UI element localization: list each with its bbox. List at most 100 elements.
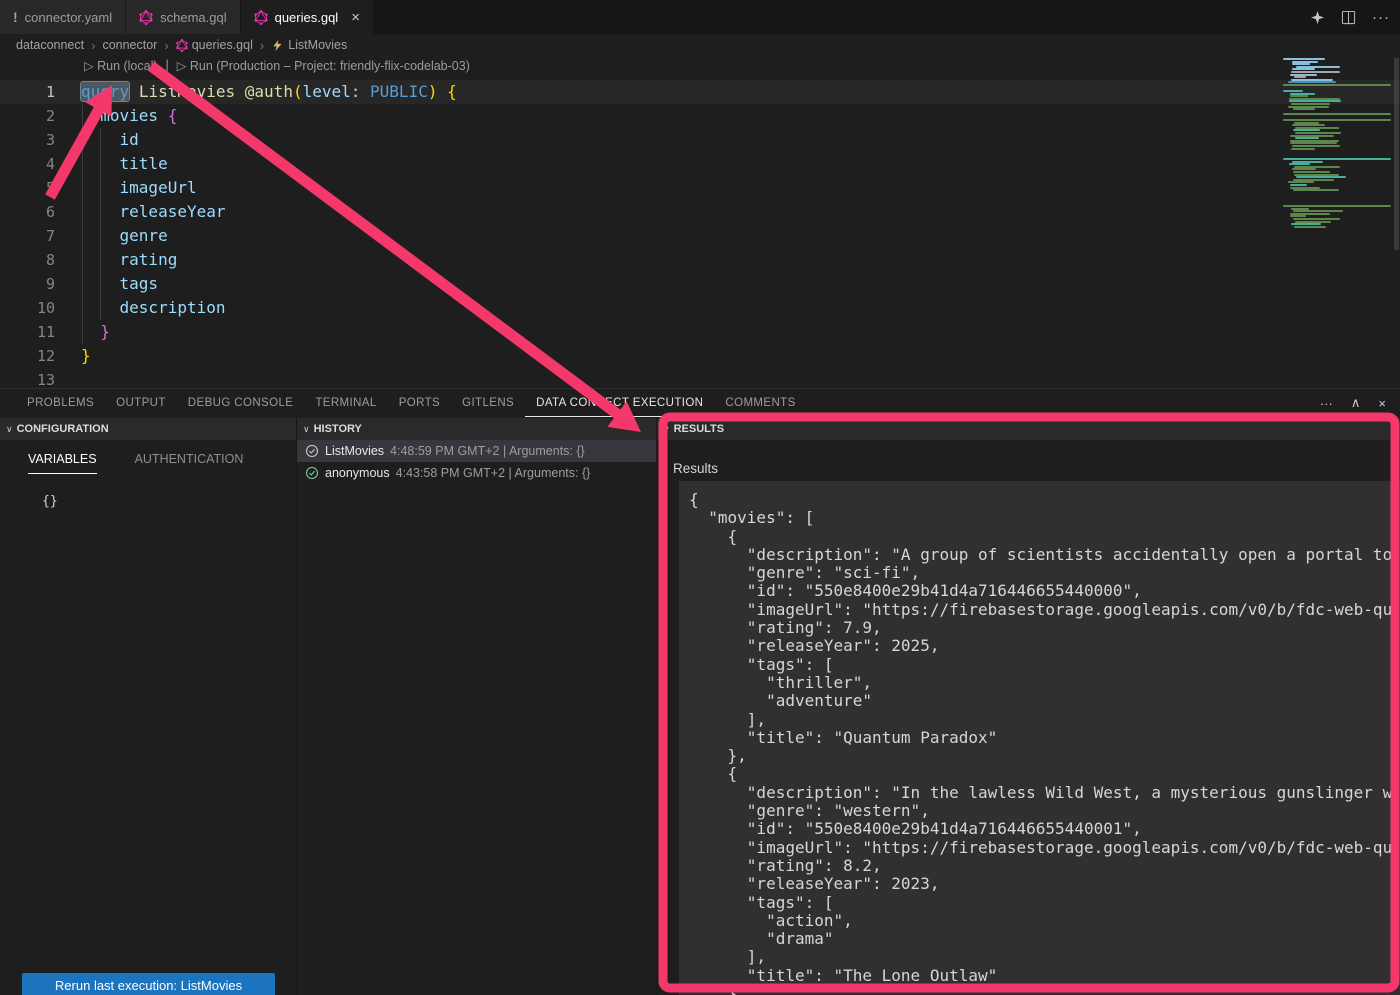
- code-line[interactable]: 2 movies {: [0, 104, 1400, 128]
- code-line[interactable]: 6 releaseYear: [0, 200, 1400, 224]
- code-line[interactable]: 5 imageUrl: [0, 176, 1400, 200]
- line-number: 8: [0, 248, 55, 272]
- code-line[interactable]: 12}: [0, 344, 1400, 368]
- code-line[interactable]: 8 rating: [0, 248, 1400, 272]
- vscode-window: ! connector.yaml schema.gql queries.gql …: [0, 0, 1400, 995]
- more-actions-icon[interactable]: ···: [1372, 9, 1390, 26]
- code-line[interactable]: 3 id: [0, 128, 1400, 152]
- run-local-lens[interactable]: ▷ Run (local): [84, 58, 158, 73]
- minimap-line: [1295, 137, 1319, 139]
- history-entry-meta: 4:43:58 PM GMT+2 | Arguments: {}: [396, 466, 591, 480]
- breadcrumb-queries-gql[interactable]: queries.gql: [176, 38, 253, 52]
- code-line[interactable]: 9 tags: [0, 272, 1400, 296]
- editor-lines: 1query ListMovies @auth(level: PUBLIC) {…: [0, 80, 1400, 388]
- code-line[interactable]: 10 description: [0, 296, 1400, 320]
- panel-tab-gitlens[interactable]: GITLENS: [451, 389, 525, 417]
- bottom-panel: PROBLEMSOUTPUTDEBUG CONSOLETERMINALPORTS…: [0, 388, 1400, 995]
- minimap-line: [1283, 84, 1391, 86]
- graphql-icon: [176, 39, 188, 52]
- history-entry-meta: 4:48:59 PM GMT+2 | Arguments: {}: [390, 444, 585, 458]
- panel-tab-problems[interactable]: PROBLEMS: [16, 389, 105, 417]
- minimap-line: [1293, 218, 1341, 220]
- warning-icon: !: [13, 9, 18, 25]
- panel-tab-debug-console[interactable]: DEBUG CONSOLE: [177, 389, 305, 417]
- minimap-line: [1293, 210, 1343, 212]
- split-editor-icon[interactable]: [1341, 10, 1356, 25]
- minimap-line: [1296, 176, 1346, 178]
- line-number: 10: [0, 296, 55, 320]
- rerun-last-execution-button[interactable]: Rerun last execution: ListMovies: [22, 973, 275, 995]
- status-check-icon: [305, 466, 319, 481]
- editor-action-bar: ···: [1310, 0, 1390, 34]
- history-entry-anonymous[interactable]: anonymous4:43:58 PM GMT+2 | Arguments: {…: [297, 462, 656, 484]
- line-number: 12: [0, 344, 55, 368]
- line-number: 5: [0, 176, 55, 200]
- line-number: 2: [0, 104, 55, 128]
- editor-scrollbar[interactable]: [1394, 58, 1399, 250]
- configuration-section: ∨ CONFIGURATION VARIABLES AUTHENTICATION…: [0, 418, 296, 995]
- minimap-line: [1291, 223, 1321, 225]
- code-line[interactable]: 7 genre: [0, 224, 1400, 248]
- panel-tab-output[interactable]: OUTPUT: [105, 389, 177, 417]
- panel-tab-ports[interactable]: PORTS: [388, 389, 451, 417]
- chevron-down-icon: ∨: [6, 424, 13, 435]
- minimap[interactable]: [1283, 58, 1393, 294]
- history-entry-listmovies[interactable]: ListMovies 4:48:59 PM GMT+2 | Arguments: …: [297, 440, 656, 462]
- tab-authentication[interactable]: AUTHENTICATION: [135, 452, 244, 474]
- code-line[interactable]: 11 }: [0, 320, 1400, 344]
- line-number: 11: [0, 320, 55, 344]
- panel-more-icon[interactable]: ···: [1320, 396, 1333, 411]
- tab-variables[interactable]: VARIABLES: [28, 452, 97, 474]
- minimap-line: [1283, 119, 1391, 121]
- chevron-down-icon: ∨: [663, 424, 670, 435]
- minimap-line: [1292, 145, 1341, 147]
- run-production-lens[interactable]: ▷ Run (Production – Project: friendly-fl…: [177, 58, 470, 73]
- line-number: 6: [0, 200, 55, 224]
- tab-schema-gql[interactable]: schema.gql: [126, 0, 239, 34]
- minimap-line: [1283, 113, 1391, 115]
- line-number: 7: [0, 224, 55, 248]
- code-line[interactable]: 13: [0, 368, 1400, 388]
- tab-label: connector.yaml: [25, 10, 112, 25]
- graphql-icon: [254, 10, 268, 25]
- sparkle-icon[interactable]: [1310, 10, 1325, 25]
- breadcrumb-separator: ›: [164, 38, 168, 53]
- code-editor[interactable]: ▷ Run (local) | ▷ Run (Production – Proj…: [0, 56, 1400, 388]
- minimap-line: [1290, 184, 1307, 186]
- close-icon[interactable]: ×: [351, 10, 360, 25]
- history-entry-name: ListMovies: [325, 444, 384, 458]
- panel-close-icon[interactable]: ×: [1378, 396, 1386, 411]
- panel-actions: ··· ∧ ×: [1320, 389, 1386, 417]
- panel-tab-data-connect-execution[interactable]: DATA CONNECT EXECUTION: [525, 389, 714, 417]
- panel-maximize-icon[interactable]: ∧: [1351, 395, 1361, 411]
- minimap-line: [1294, 226, 1326, 228]
- breadcrumb-connector[interactable]: connector: [102, 38, 157, 52]
- panel-tab-comments[interactable]: COMMENTS: [714, 389, 806, 417]
- line-number: 4: [0, 152, 55, 176]
- code-lens-divider: |: [166, 58, 169, 73]
- minimap-line: [1292, 63, 1310, 65]
- breadcrumb-separator: ›: [91, 38, 95, 53]
- panel-tab-terminal[interactable]: TERMINAL: [304, 389, 387, 417]
- code-lens: ▷ Run (local) | ▷ Run (Production – Proj…: [84, 58, 470, 73]
- minimap-line: [1292, 124, 1325, 126]
- code-line[interactable]: 1query ListMovies @auth(level: PUBLIC) {: [0, 80, 1400, 104]
- minimap-line: [1295, 132, 1341, 134]
- minimap-line: [1290, 95, 1308, 97]
- breadcrumb-listmovies[interactable]: ListMovies: [271, 38, 347, 52]
- breadcrumb-dataconnect[interactable]: dataconnect: [16, 38, 84, 52]
- tab-queries-gql[interactable]: queries.gql ×: [241, 0, 373, 34]
- results-header[interactable]: ∨ RESULTS: [657, 418, 1400, 440]
- history-header[interactable]: ∨ HISTORY: [297, 418, 656, 440]
- configuration-header[interactable]: ∨ CONFIGURATION: [0, 418, 296, 440]
- code-line[interactable]: 4 title: [0, 152, 1400, 176]
- results-section: ∨ RESULTS Results { "movies": [ { "descr…: [656, 418, 1400, 995]
- chevron-down-icon: ∨: [303, 424, 310, 435]
- variables-editor[interactable]: {}: [42, 494, 296, 509]
- minimap-line: [1283, 90, 1303, 92]
- minimap-line: [1291, 103, 1331, 105]
- results-json-output[interactable]: { "movies": [ { "description": "A group …: [679, 481, 1400, 995]
- line-number: 13: [0, 368, 55, 388]
- breadcrumb-separator: ›: [260, 38, 264, 53]
- tab-connector-yaml[interactable]: ! connector.yaml: [0, 0, 125, 34]
